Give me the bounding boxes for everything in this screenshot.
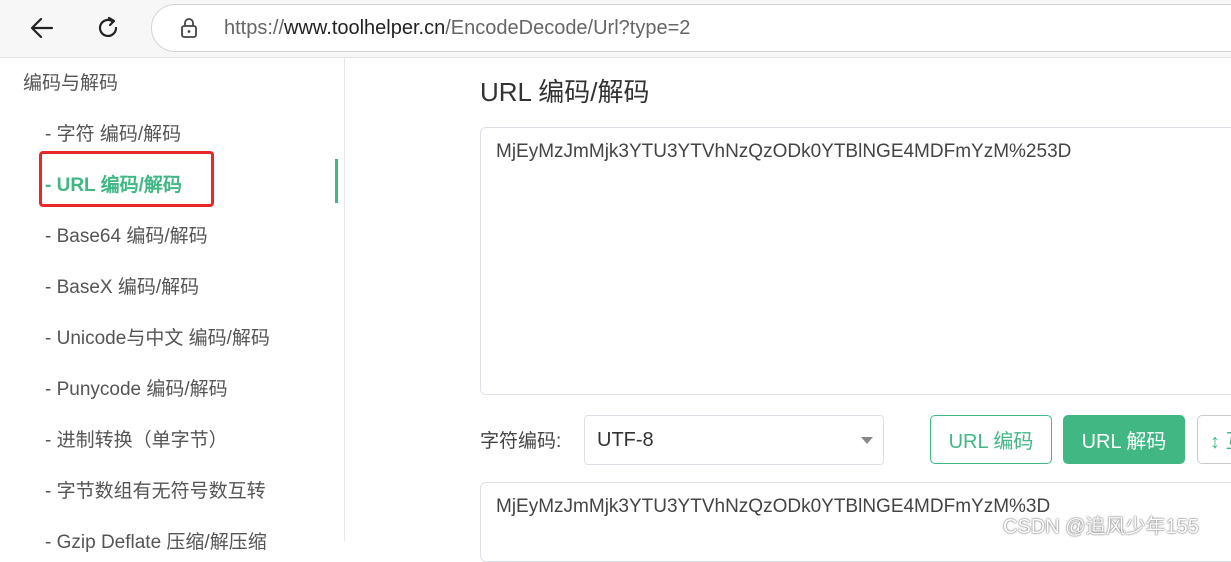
sidebar-item-byte-array[interactable]: - 字节数组有无符号数互转: [45, 476, 266, 503]
input-textarea[interactable]: MjEyMzJmMjk3YTU3YTVhNzQzODk0YTBlNGE4MDFm…: [480, 127, 1231, 395]
swap-button[interactable]: ↕ 互: [1197, 415, 1231, 464]
reload-button[interactable]: [88, 8, 128, 48]
url-prefix: https://: [224, 17, 285, 39]
reload-icon: [98, 16, 118, 37]
sidebar: 编码与解码 - 字符 编码/解码 - URL 编码/解码 - Base64 编码…: [0, 58, 345, 553]
encoding-selected-value: UTF-8: [597, 429, 654, 451]
browser-toolbar: https://www.toolhelper.cn/EncodeDecode/U…: [0, 0, 1231, 58]
sidebar-item-radix-convert[interactable]: - 进制转换（单字节）: [45, 425, 228, 452]
red-highlight-box: [39, 151, 214, 207]
sidebar-title[interactable]: 编码与解码: [23, 68, 118, 95]
active-indicator: [335, 159, 338, 203]
url-path: /EncodeDecode/Url?type=2: [445, 17, 691, 39]
sidebar-item-char-codec[interactable]: - 字符 编码/解码: [45, 119, 181, 146]
caret-down-icon: [861, 437, 873, 444]
address-bar[interactable]: https://www.toolhelper.cn/EncodeDecode/U…: [151, 4, 1231, 52]
url-encode-button[interactable]: URL 编码: [930, 415, 1052, 464]
page-title: URL 编码/解码: [480, 77, 650, 107]
back-button[interactable]: [22, 8, 62, 48]
sidebar-item-base64-codec[interactable]: - Base64 编码/解码: [45, 221, 208, 248]
output-text: MjEyMzJmMjk3YTU3YTVhNzQzODk0YTBlNGE4MDFm…: [496, 496, 1051, 517]
url-text: https://www.toolhelper.cn/EncodeDecode/U…: [224, 17, 690, 40]
arrow-left-icon: [30, 17, 54, 39]
csdn-watermark: CSDN @追风少年155: [1003, 516, 1199, 538]
encoding-label: 字符编码:: [480, 431, 562, 452]
url-host: www.toolhelper.cn: [284, 17, 446, 39]
lock-icon: [181, 18, 197, 38]
input-text: MjEyMzJmMjk3YTU3YTVhNzQzODk0YTBlNGE4MDFm…: [496, 141, 1072, 162]
sidebar-item-punycode-codec[interactable]: - Punycode 编码/解码: [45, 374, 228, 401]
sidebar-item-basex-codec[interactable]: - BaseX 编码/解码: [45, 272, 199, 299]
encoding-select[interactable]: UTF-8: [584, 415, 884, 465]
url-decode-button[interactable]: URL 解码: [1063, 415, 1185, 464]
sidebar-item-unicode-codec[interactable]: - Unicode与中文 编码/解码: [45, 323, 270, 350]
